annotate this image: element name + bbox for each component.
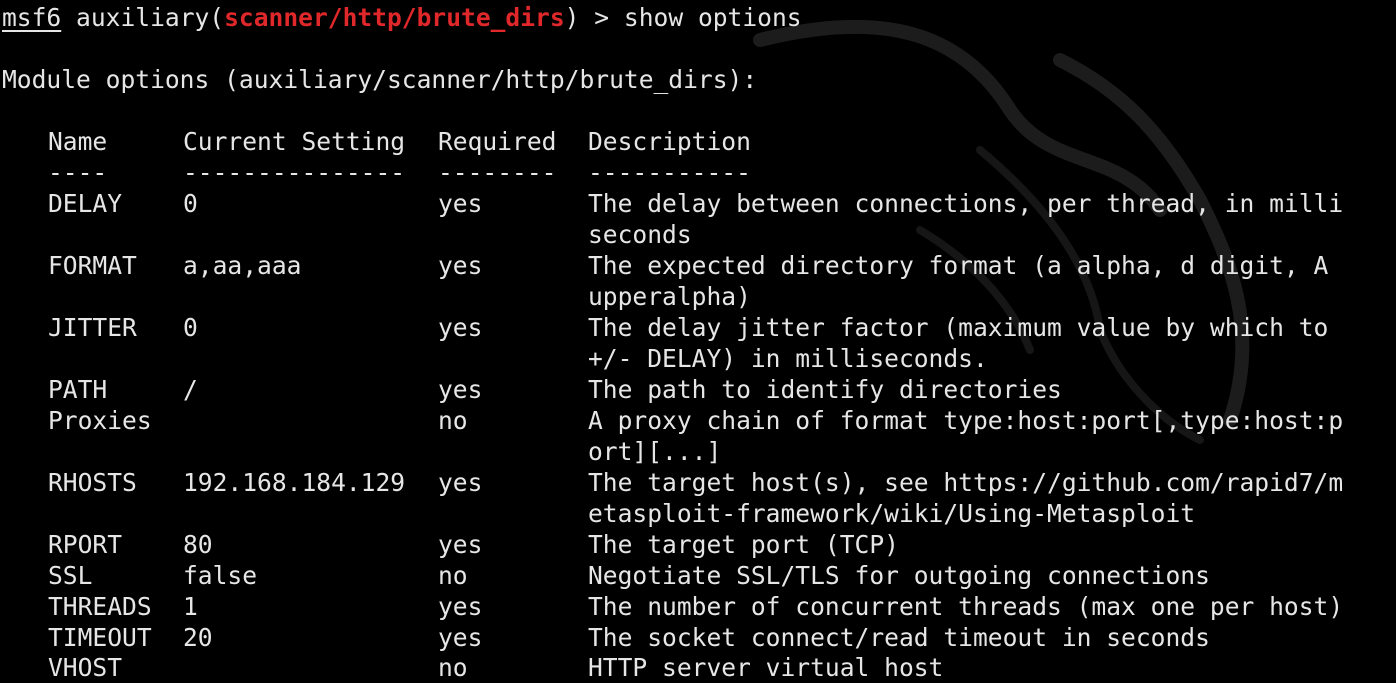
- header-required: Required: [438, 127, 557, 156]
- option-name: TIMEOUT: [48, 623, 152, 652]
- option-description: The expected directory format (a alpha, …: [588, 251, 1329, 280]
- command-prompt-line: msf6 auxiliary(scanner/http/brute_dirs) …: [2, 2, 802, 33]
- option-description-continued: ort][...]: [588, 437, 722, 466]
- option-description-continued: +/- DELAY) in milliseconds.: [588, 344, 988, 373]
- option-setting: /: [183, 375, 198, 404]
- option-required: yes: [438, 375, 483, 404]
- option-name: PATH: [48, 375, 108, 404]
- option-name: RPORT: [48, 530, 123, 559]
- option-description: The path to identify directories: [588, 375, 1062, 404]
- prompt-module-path: scanner/http/brute_dirs: [224, 3, 565, 32]
- option-required: yes: [438, 530, 483, 559]
- prompt-suffix: ) >: [564, 3, 624, 32]
- option-required: yes: [438, 313, 483, 342]
- option-required: yes: [438, 468, 483, 497]
- option-setting: 192.168.184.129: [183, 468, 406, 497]
- terminal-window[interactable]: msf6 auxiliary(scanner/http/brute_dirs) …: [0, 0, 1396, 683]
- option-name: VHOST: [48, 653, 123, 682]
- option-required: no: [438, 406, 468, 435]
- prompt-module-type: auxiliary(: [61, 3, 225, 32]
- option-description: The delay jitter factor (maximum value b…: [588, 313, 1329, 342]
- divider-name: ----: [48, 158, 108, 187]
- option-description: A proxy chain of format type:host:port[,…: [588, 406, 1344, 435]
- option-setting: 80: [183, 530, 213, 559]
- option-description: The delay between connections, per threa…: [588, 189, 1344, 218]
- header-name: Name: [48, 127, 108, 156]
- option-name: Proxies: [48, 406, 152, 435]
- option-description: HTTP server virtual host: [588, 653, 944, 682]
- option-required: no: [438, 561, 468, 590]
- divider-required: --------: [438, 158, 557, 187]
- header-description: Description: [588, 127, 751, 156]
- divider-current-setting: ---------------: [183, 158, 406, 187]
- option-description: The number of concurrent threads (max on…: [588, 592, 1344, 621]
- divider-description: -----------: [588, 158, 751, 187]
- option-description: Negotiate SSL/TLS for outgoing connectio…: [588, 561, 1210, 590]
- option-required: no: [438, 653, 468, 682]
- option-description: The target host(s), see https://github.c…: [588, 468, 1344, 497]
- option-required: yes: [438, 251, 483, 280]
- option-required: yes: [438, 189, 483, 218]
- option-name: RHOSTS: [48, 468, 137, 497]
- header-current-setting: Current Setting: [183, 127, 406, 156]
- option-name: THREADS: [48, 592, 152, 621]
- prompt-command: show options: [623, 3, 802, 32]
- option-description: The socket connect/read timeout in secon…: [588, 623, 1210, 652]
- module-options-header: Module options (auxiliary/scanner/http/b…: [2, 65, 758, 94]
- option-name: SSL: [48, 561, 93, 590]
- option-required: yes: [438, 623, 483, 652]
- option-setting: 0: [183, 313, 198, 342]
- prompt-prefix: msf6: [2, 3, 62, 32]
- option-setting: false: [183, 561, 258, 590]
- option-description-continued: seconds: [588, 220, 692, 249]
- option-setting: a,aa,aaa: [183, 251, 302, 280]
- option-setting: 0: [183, 189, 198, 218]
- option-description: The target port (TCP): [588, 530, 899, 559]
- option-required: yes: [438, 592, 483, 621]
- option-name: DELAY: [48, 189, 123, 218]
- option-setting: 1: [183, 592, 198, 621]
- option-setting: 20: [183, 623, 213, 652]
- option-description-continued: etasploit-framework/wiki/Using-Metasploi…: [588, 499, 1196, 528]
- option-description-continued: upperalpha): [588, 282, 751, 311]
- option-name: FORMAT: [48, 251, 137, 280]
- option-name: JITTER: [48, 313, 137, 342]
